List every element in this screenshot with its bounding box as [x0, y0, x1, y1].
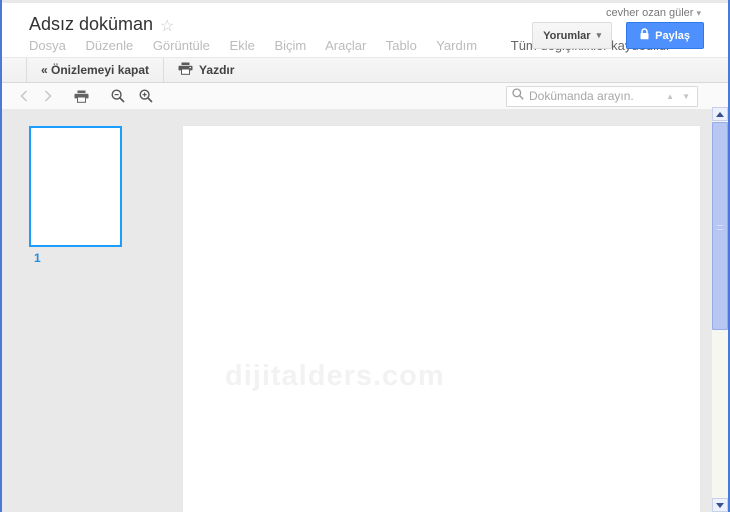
menu-ekle[interactable]: Ekle — [230, 38, 255, 53]
chevron-down-icon: ▾ — [596, 30, 602, 40]
app-window: Adsız doküman ☆ Dosya Düzenle Görüntüle … — [0, 0, 730, 512]
scroll-up-icon — [716, 111, 724, 117]
document-search-box[interactable]: ▲ ▼ — [506, 85, 698, 107]
document-title[interactable]: Adsız doküman — [29, 14, 153, 35]
next-page-icon[interactable] — [44, 90, 52, 102]
page-thumbnail[interactable] — [29, 126, 122, 247]
page-thumbnail-number: 1 — [34, 251, 41, 265]
menu-araclar[interactable]: Araçlar — [325, 38, 366, 53]
print-button[interactable]: Yazdır — [164, 58, 248, 82]
search-input[interactable] — [529, 89, 667, 103]
lock-icon — [640, 28, 649, 43]
watermark-text: dijitalders.com — [225, 360, 445, 392]
window-frame-top — [0, 0, 730, 3]
menu-dosya[interactable]: Dosya — [29, 38, 66, 53]
nav-toolbar: ▲ ▼ — [2, 83, 728, 109]
menu-duzenle[interactable]: Düzenle — [85, 38, 133, 53]
comments-button[interactable]: Yorumlar ▾ — [532, 22, 613, 49]
header: Adsız doküman ☆ Dosya Düzenle Görüntüle … — [2, 3, 728, 57]
printer-icon — [178, 62, 193, 78]
preview-content: 1 dijitalders.com — [2, 109, 728, 512]
menu-tablo[interactable]: Tablo — [386, 38, 417, 53]
chevron-down-icon: ▾ — [696, 8, 701, 18]
search-prev-icon[interactable]: ▲ — [666, 92, 674, 101]
header-buttons: Yorumlar ▾ Paylaş — [532, 22, 704, 49]
scrollbar-grip — [717, 225, 723, 230]
account-name: cevher ozan güler — [606, 7, 694, 19]
window-frame-left — [0, 0, 2, 512]
search-next-icon[interactable]: ▼ — [682, 92, 690, 101]
scrollbar-thumb[interactable] — [712, 122, 728, 330]
zoom-out-icon[interactable] — [111, 89, 125, 103]
star-icon[interactable]: ☆ — [160, 16, 174, 36]
scroll-up-button[interactable] — [712, 107, 728, 121]
account-menu[interactable]: cevher ozan güler ▾ — [606, 7, 701, 19]
scroll-down-icon — [716, 502, 724, 508]
menu-yardim[interactable]: Yardım — [436, 38, 477, 53]
vertical-scrollbar[interactable] — [712, 107, 728, 512]
scrollbar-track[interactable] — [712, 121, 728, 498]
search-icon — [512, 87, 524, 105]
menu-goruntule[interactable]: Görüntüle — [153, 38, 210, 53]
zoom-in-icon[interactable] — [139, 89, 153, 103]
close-preview-button[interactable]: « Önizlemeyi kapat — [27, 58, 163, 82]
share-button[interactable]: Paylaş — [626, 22, 704, 49]
search-spinner: ▲ ▼ — [666, 92, 690, 101]
previous-page-icon[interactable] — [20, 90, 28, 102]
preview-toolbar: « Önizlemeyi kapat Yazdır — [2, 57, 728, 83]
menu-bicim[interactable]: Biçim — [274, 38, 306, 53]
printer-icon[interactable] — [74, 90, 89, 103]
scroll-down-button[interactable] — [712, 498, 728, 512]
document-page: dijitalders.com — [183, 126, 700, 512]
